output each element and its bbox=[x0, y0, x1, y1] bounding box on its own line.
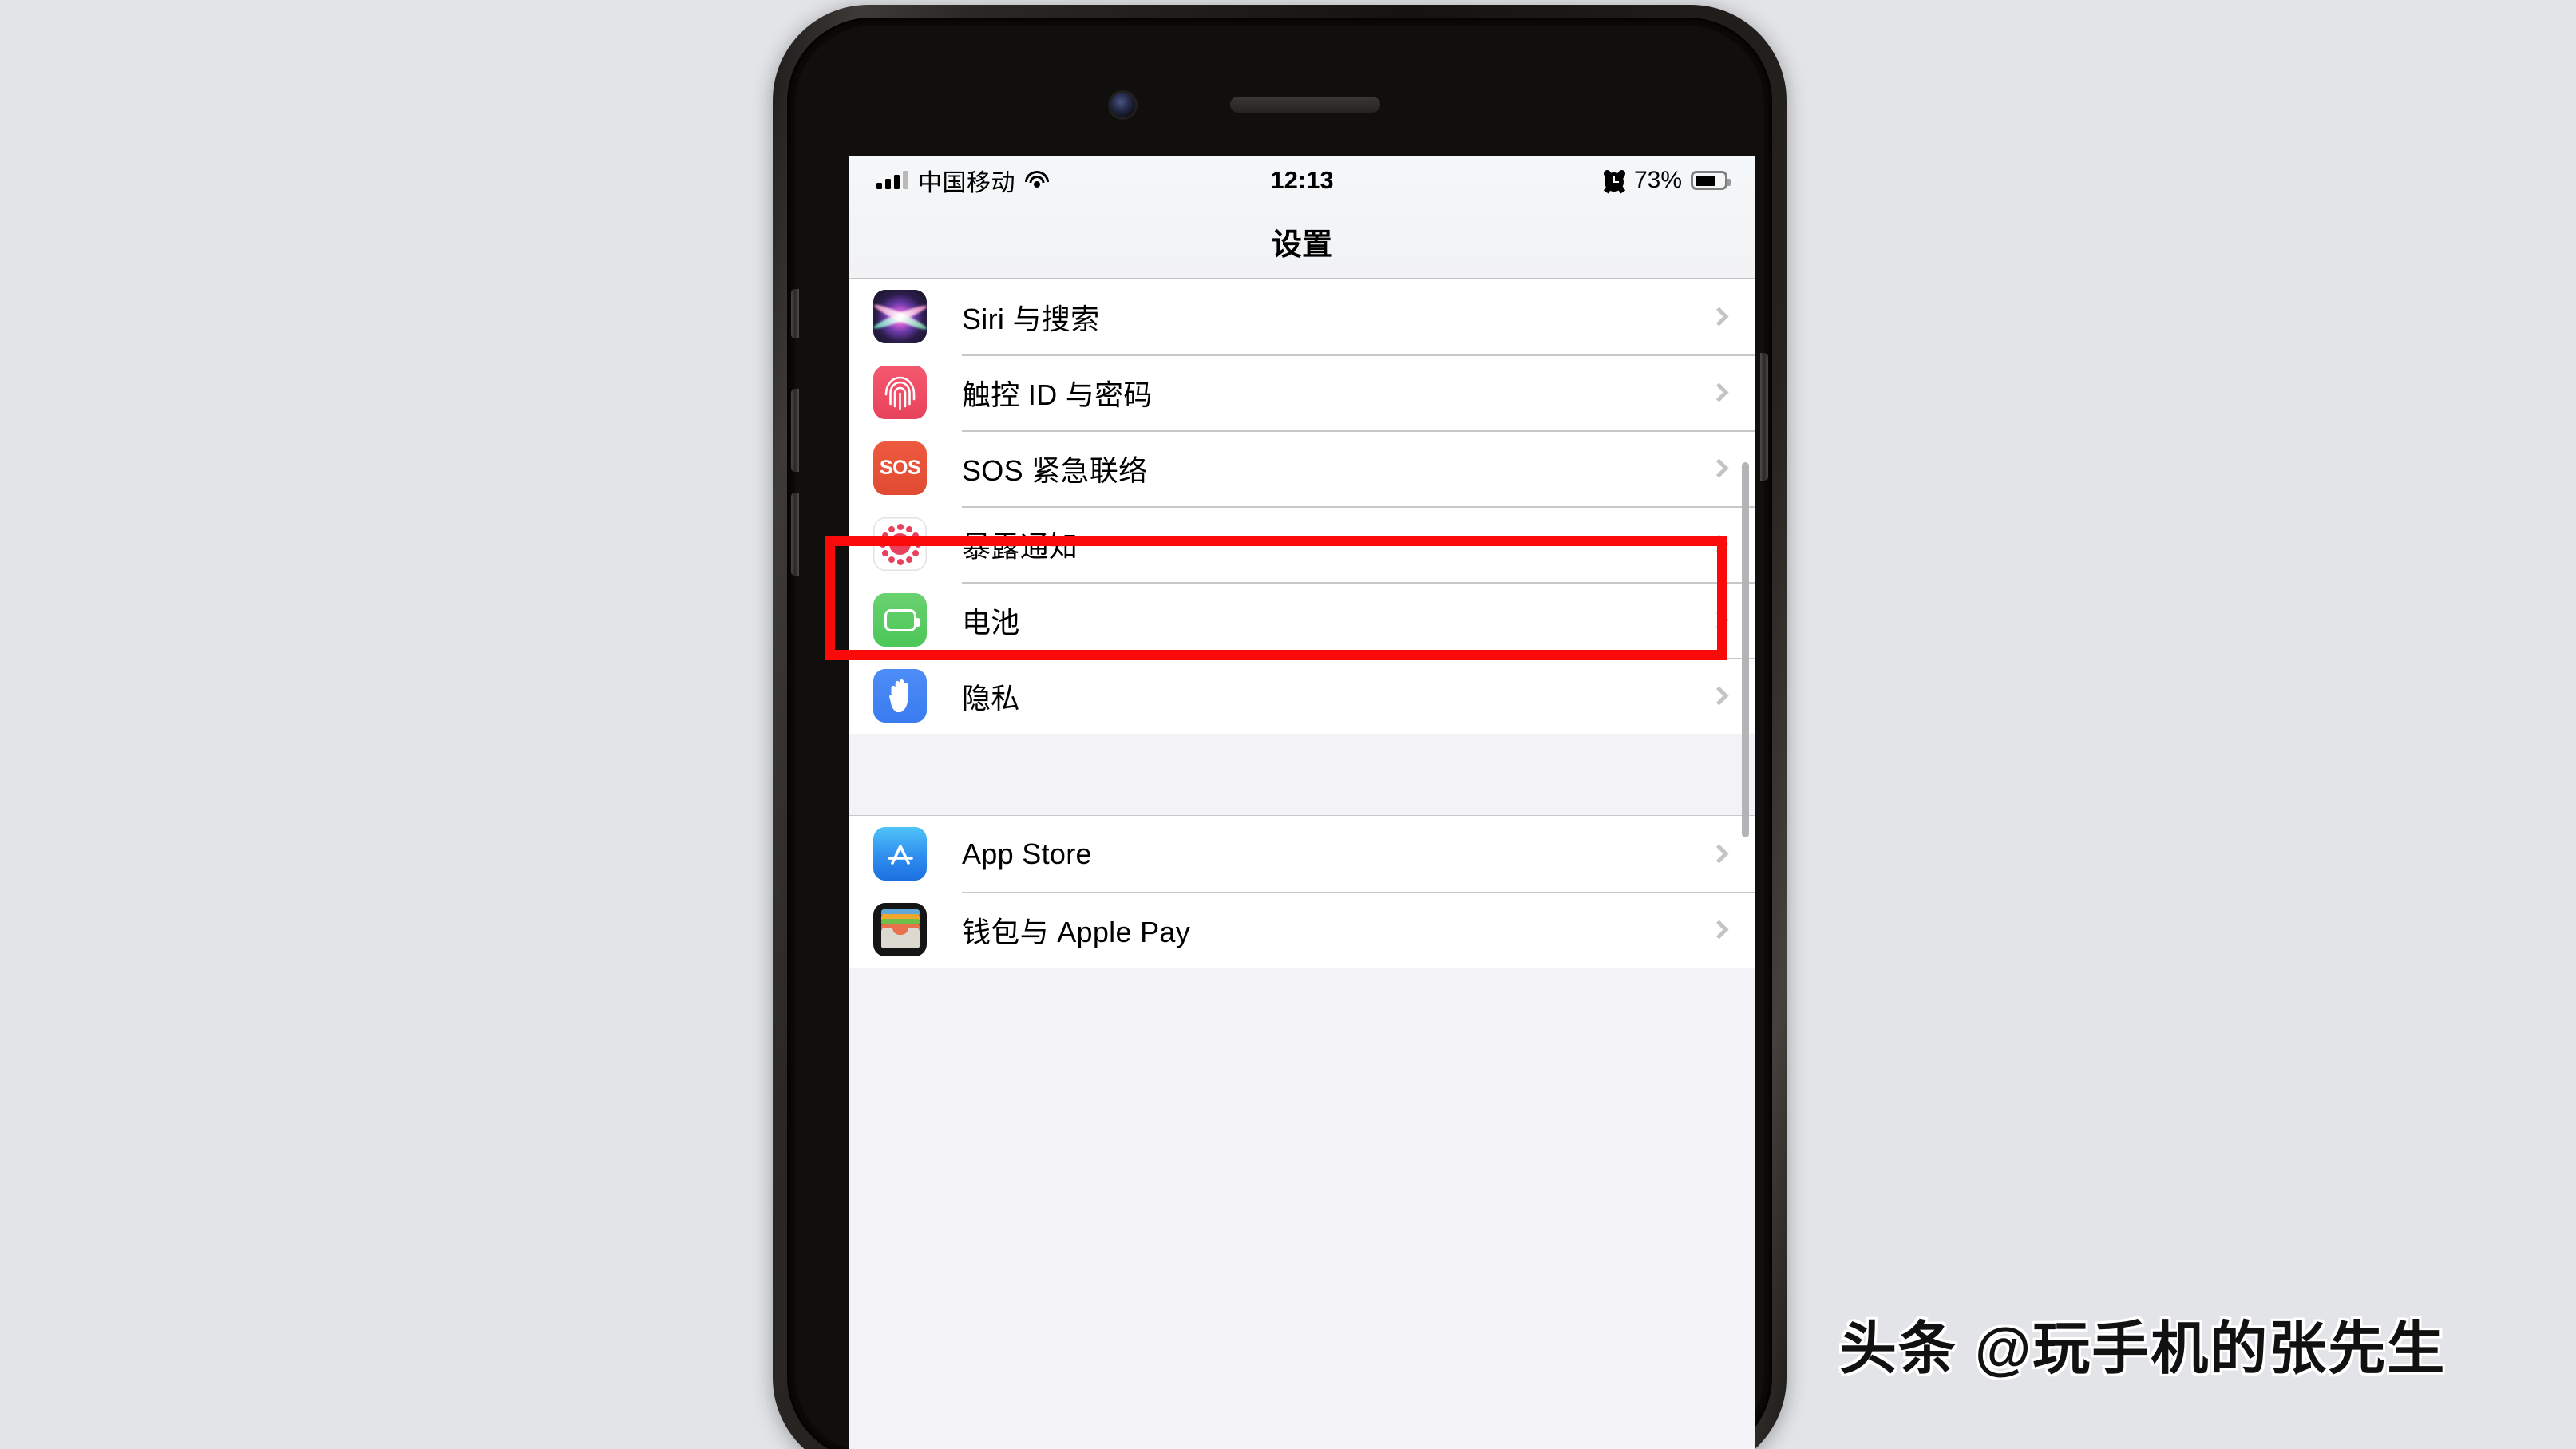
settings-row-battery[interactable]: 电池 bbox=[849, 582, 1755, 658]
settings-row-label: 暴露通知 bbox=[962, 529, 1078, 563]
vertical-scrollbar[interactable] bbox=[1742, 462, 1749, 837]
chevron-right-icon bbox=[1709, 844, 1729, 864]
settings-row-label: 隐私 bbox=[962, 681, 1020, 715]
navigation-bar: 设置 bbox=[849, 205, 1755, 279]
settings-group-1: Siri 与搜索 触控 ID 与密码 SOS SOS 紧急联络 暴露通知 电池 … bbox=[849, 279, 1755, 734]
sos-icon: SOS bbox=[873, 441, 927, 495]
chevron-right-icon bbox=[1709, 382, 1729, 402]
volume-up-button[interactable] bbox=[791, 389, 799, 472]
settings-list-bottom-spacer bbox=[849, 968, 1755, 1050]
settings-row-app-store[interactable]: App Store bbox=[849, 816, 1755, 892]
touch-id-icon bbox=[873, 366, 927, 419]
chevron-right-icon bbox=[1709, 686, 1729, 706]
settings-row-label: Siri 与搜索 bbox=[962, 302, 1100, 335]
app-store-icon bbox=[873, 827, 927, 881]
chevron-right-icon bbox=[1709, 534, 1729, 554]
battery-icon bbox=[1691, 171, 1731, 190]
volume-down-button[interactable] bbox=[791, 493, 799, 576]
settings-row-sos[interactable]: SOS SOS 紧急联络 bbox=[849, 430, 1755, 506]
privacy-hand-icon bbox=[873, 669, 927, 723]
settings-row-label: SOS 紧急联络 bbox=[962, 453, 1148, 487]
chevron-right-icon bbox=[1709, 307, 1729, 327]
settings-row-privacy[interactable]: 隐私 bbox=[849, 658, 1755, 734]
status-bar-right: 73% bbox=[1602, 167, 1731, 194]
settings-row-exposure-notification[interactable]: 暴露通知 bbox=[849, 506, 1755, 582]
settings-row-label: 电池 bbox=[962, 605, 1020, 639]
chevron-right-icon bbox=[1709, 920, 1729, 940]
earpiece-speaker-icon bbox=[1230, 97, 1380, 113]
battery-app-icon bbox=[873, 593, 927, 647]
iphone-device: 中国移动 12:13 73% 设置 Siri 与搜索 触控 ID 与密码 SOS… bbox=[773, 5, 1787, 1449]
front-camera-icon bbox=[1110, 93, 1135, 117]
settings-group-2: App Store 钱包与 Apple Pay bbox=[849, 816, 1755, 968]
status-bar: 中国移动 12:13 73% bbox=[849, 156, 1755, 205]
exposure-notification-icon bbox=[873, 517, 927, 571]
phone-glass: 中国移动 12:13 73% 设置 Siri 与搜索 触控 ID 与密码 SOS… bbox=[791, 26, 1768, 1449]
settings-list: Siri 与搜索 触控 ID 与密码 SOS SOS 紧急联络 暴露通知 电池 … bbox=[849, 279, 1755, 1449]
settings-row-label: 触控 ID 与密码 bbox=[962, 378, 1153, 411]
page-title: 设置 bbox=[1271, 228, 1332, 262]
settings-row-touch-id[interactable]: 触控 ID 与密码 bbox=[849, 354, 1755, 430]
power-button[interactable] bbox=[1760, 353, 1768, 481]
settings-row-label: App Store bbox=[962, 837, 1092, 870]
sos-icon-label: SOS bbox=[879, 457, 921, 479]
siri-icon bbox=[873, 290, 927, 343]
chevron-right-icon bbox=[1709, 610, 1729, 630]
settings-group-divider bbox=[849, 734, 1755, 816]
wallet-icon bbox=[873, 903, 927, 956]
mute-switch-button[interactable] bbox=[791, 289, 799, 338]
settings-row-label: 钱包与 Apple Pay bbox=[962, 915, 1191, 948]
phone-bezel: 中国移动 12:13 73% 设置 Siri 与搜索 触控 ID 与密码 SOS… bbox=[787, 18, 1772, 1449]
settings-row-siri[interactable]: Siri 与搜索 bbox=[849, 279, 1755, 354]
phone-screen: 中国移动 12:13 73% 设置 Siri 与搜索 触控 ID 与密码 SOS… bbox=[849, 156, 1755, 1449]
battery-percent-label: 73% bbox=[1633, 167, 1682, 193]
alarm-clock-icon bbox=[1602, 168, 1627, 193]
watermark-text: 头条 @玩手机的张先生 bbox=[1839, 1317, 2447, 1381]
settings-row-wallet[interactable]: 钱包与 Apple Pay bbox=[849, 892, 1755, 968]
chevron-right-icon bbox=[1709, 458, 1729, 478]
